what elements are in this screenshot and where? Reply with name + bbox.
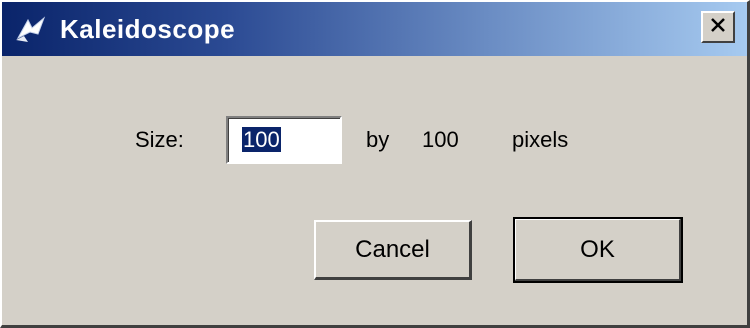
close-icon <box>709 17 727 38</box>
kaleidoscope-dialog: Kaleidoscope Size: 100 by 100 pixels Can… <box>0 0 750 328</box>
width-input[interactable]: 100 <box>226 116 342 164</box>
ok-button-label: OK <box>580 235 615 263</box>
kaleidoscope-icon <box>14 14 50 44</box>
pixels-label: pixels <box>512 127 569 152</box>
height-value: 100 <box>422 127 459 152</box>
title-bar[interactable]: Kaleidoscope <box>2 2 747 56</box>
window-title: Kaleidoscope <box>60 14 236 44</box>
size-label: Size: <box>135 127 184 152</box>
cancel-button[interactable]: Cancel <box>314 220 472 280</box>
by-label: by <box>366 127 390 152</box>
ok-button[interactable]: OK <box>513 217 683 283</box>
width-input-value: 100 <box>242 127 281 152</box>
close-button[interactable] <box>701 11 735 43</box>
cancel-button-label: Cancel <box>355 235 430 263</box>
